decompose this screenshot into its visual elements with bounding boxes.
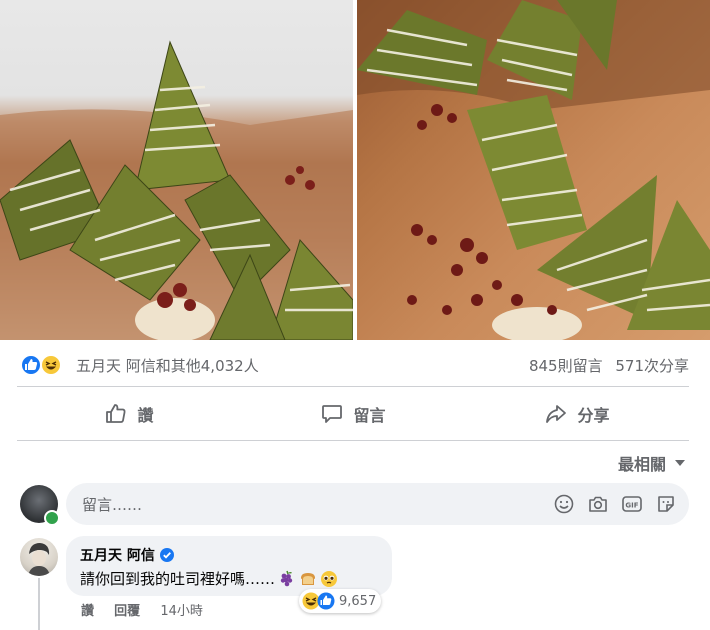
comment-like-link[interactable]: 讚 [81, 604, 94, 619]
like-icon [20, 354, 42, 376]
zongzi-illustration-left [0, 40, 353, 340]
comment-reply-link[interactable]: 回覆 [114, 604, 140, 619]
online-status-dot [44, 510, 60, 526]
comment-input[interactable] [80, 483, 504, 527]
sort-label: 最相關 [617, 455, 666, 474]
comment-body: 請你回到我的吐司裡好嗎…… [80, 570, 276, 588]
post-photos [0, 0, 710, 340]
comment-author: 五月天 阿信 [80, 545, 174, 565]
divider [17, 440, 689, 441]
comment-author-name[interactable]: 五月天 阿信 [80, 545, 155, 565]
comment-button[interactable]: 留言 [241, 391, 465, 437]
share-button[interactable]: 分享 [465, 391, 689, 437]
svg-text:GIF: GIF [625, 502, 638, 510]
verified-badge-icon [159, 548, 174, 562]
post-photo-left[interactable] [0, 0, 353, 340]
comment-text: 請你回到我的吐司裡好嗎…… [80, 568, 338, 589]
comment-meta: 讚 回覆 14小時 [81, 600, 203, 619]
reaction-summary[interactable]: 五月天 阿信和其他4,032人 [76, 355, 259, 376]
like-icon [317, 592, 335, 610]
post-actions: 讚 留言 分享 [17, 391, 689, 437]
post-stats-bar: 五月天 阿信和其他4,032人 845則留言 571次分享 [0, 345, 710, 385]
comment-reactions[interactable]: 9,657 [299, 589, 382, 613]
comment-timestamp[interactable]: 14小時 [160, 604, 203, 619]
sticker-icon[interactable] [655, 493, 677, 515]
pleading-face-icon [320, 570, 338, 588]
reply-thread-line [38, 578, 40, 630]
emoji-icon[interactable] [553, 493, 575, 515]
comments-count[interactable]: 845則留言 [529, 357, 603, 375]
divider [17, 386, 689, 387]
gif-icon[interactable]: GIF [621, 493, 643, 515]
zongzi-illustration-right [357, 0, 710, 340]
comment-button-label: 留言 [353, 406, 386, 425]
shares-count[interactable]: 571次分享 [615, 357, 689, 375]
bread-icon [299, 570, 317, 588]
grapes-icon [278, 570, 296, 588]
caret-down-icon [674, 459, 686, 467]
post-photo-right[interactable] [357, 0, 710, 340]
share-button-label: 分享 [577, 406, 610, 425]
reaction-icons[interactable] [20, 354, 66, 378]
comment-bubble-icon [320, 402, 344, 426]
comment-bubble: 五月天 阿信 請你回到我的吐司裡好嗎…… [66, 536, 392, 596]
composer-tools: GIF [553, 493, 677, 515]
share-arrow-icon [544, 402, 568, 426]
haha-icon [40, 354, 62, 376]
like-button[interactable]: 讚 [17, 391, 241, 437]
thumbs-up-icon [104, 402, 128, 426]
post-counts: 845則留言 571次分享 [529, 355, 689, 376]
comment-composer: GIF [66, 483, 689, 527]
commenter-avatar[interactable] [20, 538, 58, 576]
like-button-label: 讚 [137, 406, 154, 425]
comment-sort-dropdown[interactable]: 最相關 [618, 451, 686, 475]
comment-reaction-count: 9,657 [339, 593, 377, 609]
camera-icon[interactable] [587, 493, 609, 515]
